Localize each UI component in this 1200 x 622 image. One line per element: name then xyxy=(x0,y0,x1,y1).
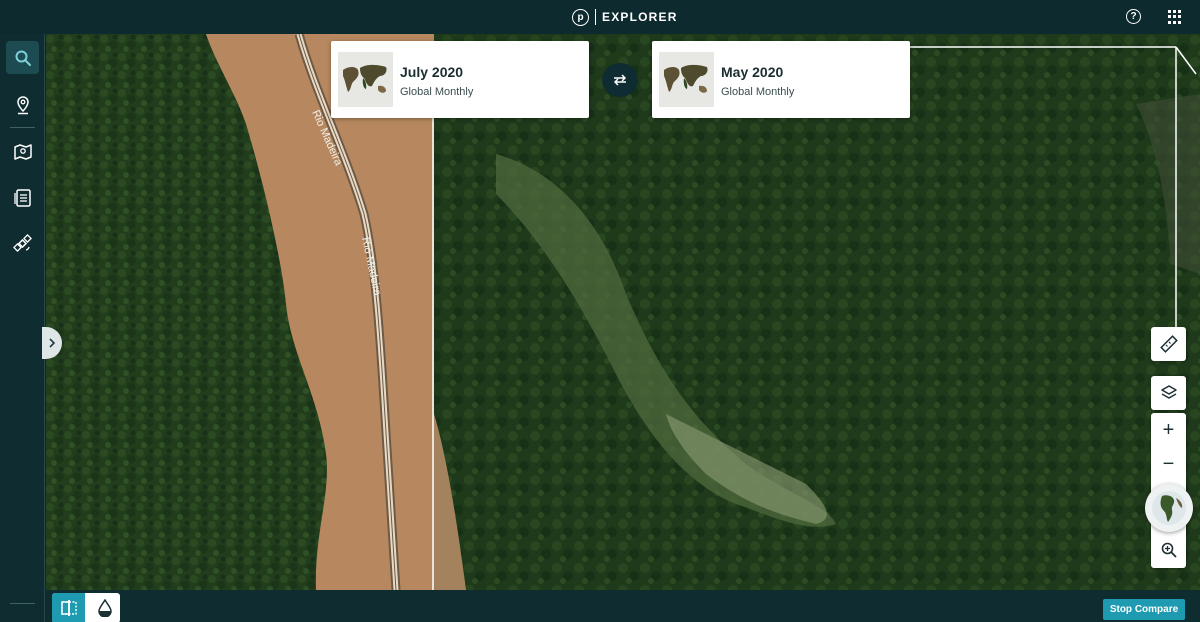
list-document-icon xyxy=(13,188,31,207)
orders-button[interactable] xyxy=(6,181,39,214)
world-map-icon xyxy=(659,52,714,107)
zoom-to-button[interactable] xyxy=(1151,533,1186,567)
swap-compare-button[interactable] xyxy=(602,63,638,97)
compare-left-date: July 2020 xyxy=(400,64,464,80)
map-area-icon xyxy=(13,143,32,160)
compare-card-left[interactable]: July 2020 Global Monthly xyxy=(331,41,589,118)
mosaic-thumbnail xyxy=(659,52,714,107)
zoom-in-button[interactable]: + xyxy=(1151,413,1186,447)
search-button[interactable] xyxy=(6,41,39,74)
map-canvas[interactable]: Rio Madeira Rio Madeira xyxy=(46,34,1200,590)
app-title: EXPLORER xyxy=(602,10,678,24)
zoom-search-icon xyxy=(1161,542,1177,558)
sidebar-divider xyxy=(10,127,35,128)
world-map-icon xyxy=(338,52,393,107)
satellite-imagery[interactable]: Rio Madeira Rio Madeira xyxy=(46,34,1200,590)
mosaic-thumbnail xyxy=(338,52,393,107)
compare-mode-button[interactable] xyxy=(52,593,85,622)
ruler-icon xyxy=(1159,335,1178,353)
location-pin-icon xyxy=(16,95,29,114)
layers-button[interactable] xyxy=(1151,376,1186,410)
places-button[interactable] xyxy=(6,88,39,121)
sidebar-bottom-divider xyxy=(10,603,35,604)
compare-left-type: Global Monthly xyxy=(400,86,474,98)
question-circle-icon[interactable]: ? xyxy=(1126,9,1141,24)
swap-arrows-icon xyxy=(613,74,627,86)
compare-split-icon xyxy=(60,600,77,616)
left-sidebar xyxy=(0,34,45,622)
tasking-button[interactable] xyxy=(6,227,39,260)
measure-button[interactable] xyxy=(1151,327,1186,361)
compare-right-type: Global Monthly xyxy=(721,86,795,98)
brand-separator xyxy=(595,9,596,25)
stop-compare-button[interactable]: Stop Compare xyxy=(1103,599,1185,620)
compare-card-right[interactable]: May 2020 Global Monthly xyxy=(652,41,910,118)
planet-logo-icon: p xyxy=(572,8,589,26)
water-drop-icon xyxy=(98,599,112,617)
top-bar: p EXPLORER ? xyxy=(0,0,1200,34)
chevron-right-icon xyxy=(49,338,56,348)
search-icon xyxy=(15,50,31,66)
view-mode-toggle xyxy=(52,593,120,622)
satellite-icon xyxy=(12,233,32,252)
layers-icon xyxy=(1160,385,1177,399)
bottom-bar: Stop Compare xyxy=(46,590,1200,622)
areas-button[interactable] xyxy=(6,135,39,168)
globe-icon xyxy=(1152,491,1186,525)
compare-right-date: May 2020 xyxy=(721,64,784,80)
drop-mode-button[interactable] xyxy=(90,593,120,622)
zoom-out-button[interactable]: − xyxy=(1151,447,1186,481)
globe-view-button[interactable] xyxy=(1145,484,1193,532)
grid-apps-icon[interactable] xyxy=(1168,10,1182,24)
brand[interactable]: p EXPLORER xyxy=(572,8,678,26)
